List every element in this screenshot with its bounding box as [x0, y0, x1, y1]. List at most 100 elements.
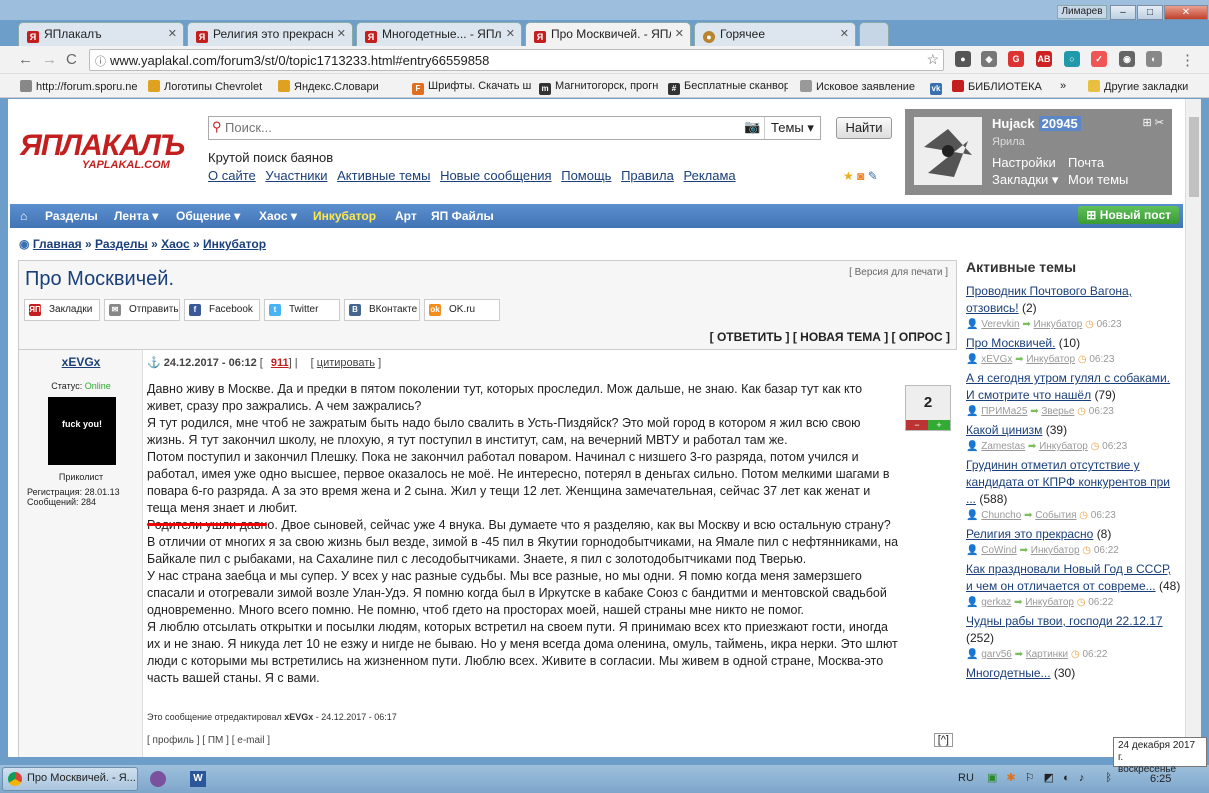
menu-incubator[interactable]: Инкубатор	[313, 209, 376, 223]
menu-chaos[interactable]: Хаос ▾	[259, 209, 297, 223]
quote-link[interactable]: [ цитировать ]	[311, 357, 381, 369]
info-icon[interactable]: ⓘ	[95, 53, 106, 69]
menu-communication[interactable]: Общение ▾	[176, 209, 240, 223]
topic-link[interactable]: Какой цинизм	[966, 423, 1042, 437]
more-bookmarks-chevron[interactable]: »	[1060, 80, 1066, 92]
tab-close-icon[interactable]: ✕	[840, 27, 849, 40]
extension-icon[interactable]: ◆	[981, 51, 997, 67]
plus-icon[interactable]: ⊞	[1143, 117, 1152, 129]
url-input[interactable]: ⓘ www.yaplakal.com/forum3/st/0/topic17132…	[89, 49, 944, 71]
link-members[interactable]: Участники	[265, 168, 327, 183]
tab-0[interactable]: Я ЯПлакалъ ✕	[18, 22, 184, 46]
bookmark-item[interactable]: # Бесплатные сканвор	[668, 80, 788, 95]
tray-icon[interactable]: ◩	[1044, 772, 1054, 784]
extension-icon[interactable]: ✓	[1091, 51, 1107, 67]
share-twitter-button[interactable]: t Twitter	[264, 299, 340, 321]
link-help[interactable]: Помощь	[561, 168, 611, 183]
microphone-icon[interactable]: ●	[955, 51, 971, 67]
reload-button[interactable]: C	[66, 51, 77, 68]
minimize-button[interactable]: –	[1110, 5, 1136, 20]
bookmark-item[interactable]: m Магнитогорск, прогн	[539, 80, 659, 95]
crumb-incubator[interactable]: Инкубатор	[203, 237, 266, 251]
crumb-chaos[interactable]: Хаос	[161, 237, 190, 251]
crumb-home[interactable]: Главная	[33, 237, 82, 251]
link-new-messages[interactable]: Новые сообщения	[440, 168, 552, 183]
home-icon[interactable]: ⌂	[20, 209, 27, 223]
share-send-button[interactable]: ✉ Отправить	[104, 299, 180, 321]
tab-close-icon[interactable]: ✕	[506, 27, 515, 40]
topic-author[interactable]: Chuncho	[981, 510, 1021, 521]
new-tab-button[interactable]	[859, 22, 889, 46]
rating-minus-button[interactable]: −	[906, 420, 928, 430]
menu-sections[interactable]: Разделы	[45, 209, 98, 223]
tray-icon[interactable]: ✱	[1006, 772, 1015, 784]
menu-feed[interactable]: Лента ▾	[114, 209, 158, 223]
tray-icon[interactable]: ⚐	[1025, 772, 1035, 784]
volume-icon[interactable]: ♪	[1079, 772, 1085, 784]
topic-link[interactable]: Многодетные...	[966, 666, 1051, 680]
topic-section[interactable]: Картинки	[1026, 649, 1068, 660]
topic-section[interactable]: Инкубатор	[1025, 597, 1074, 608]
bookmark-item[interactable]: Логотипы Chevrolet	[148, 80, 266, 93]
post-number[interactable]: 911	[271, 357, 289, 369]
scroll-top-button[interactable]: [^]	[933, 733, 953, 747]
tab-close-icon[interactable]: ✕	[337, 27, 346, 40]
viber-icon[interactable]	[150, 771, 166, 787]
topic-link[interactable]: Проводник Почтового Вагона, отзовись!	[966, 284, 1132, 315]
share-ok-button[interactable]: ok OK.ru	[424, 299, 500, 321]
topic-author[interactable]: Verevkin	[981, 319, 1019, 330]
print-version-link[interactable]: [ Версия для печати ]	[849, 267, 948, 278]
extension-icon[interactable]: ○	[1064, 51, 1080, 67]
search-scope-select[interactable]: Темы ▾	[764, 117, 821, 139]
topic-link[interactable]: Чудны рабы твои, господи 22.12.17	[966, 614, 1163, 628]
close-window-button[interactable]: ✕	[1164, 5, 1208, 20]
star-icon[interactable]: ★	[843, 169, 854, 183]
scrollbar-thumb[interactable]	[1189, 117, 1199, 197]
page-scrollbar[interactable]	[1185, 99, 1201, 757]
link-about[interactable]: О сайте	[208, 168, 256, 183]
pen-icon[interactable]: ✎	[868, 169, 878, 183]
mail-link[interactable]: Почта	[1068, 155, 1104, 170]
share-facebook-button[interactable]: f Facebook	[184, 299, 260, 321]
tab-4[interactable]: ● Горячее ✕	[694, 22, 856, 46]
topic-link[interactable]: Религия это прекрасно	[966, 527, 1093, 541]
chrome-menu-icon[interactable]: ⋮	[1180, 51, 1195, 69]
bookmark-item[interactable]: Исковое заявление	[800, 80, 918, 93]
language-indicator[interactable]: RU	[958, 772, 974, 784]
topic-section[interactable]: Инкубатор	[1031, 545, 1080, 556]
topic-author[interactable]: garv56	[981, 649, 1012, 660]
share-vk-button[interactable]: B ВКонтакте	[344, 299, 420, 321]
anchor-icon[interactable]: ⚓	[147, 357, 161, 369]
topic-author[interactable]: xEVGx	[981, 354, 1012, 365]
tab-1[interactable]: Я Религия это прекрасно ✕	[187, 22, 353, 46]
maximize-button[interactable]: □	[1137, 5, 1163, 20]
topic-author[interactable]: Zamestas	[981, 441, 1025, 452]
topic-section[interactable]: События	[1035, 510, 1076, 521]
settings-icon[interactable]: ✂	[1155, 117, 1164, 129]
menu-art[interactable]: Арт	[395, 209, 417, 223]
bookmark-item[interactable]: http://forum.sporu.ne	[20, 80, 140, 93]
topic-section[interactable]: Инкубатор	[1026, 354, 1075, 365]
bookmark-star-icon[interactable]: ☆	[926, 51, 939, 68]
word-icon[interactable]: W	[190, 771, 206, 787]
profile-badge[interactable]: Лимарев	[1057, 5, 1107, 19]
my-topics-link[interactable]: Мои темы	[1068, 172, 1128, 187]
topic-section[interactable]: Инкубатор	[1039, 441, 1088, 452]
topic-author[interactable]: CoWind	[981, 545, 1017, 556]
tab-close-icon[interactable]: ✕	[675, 27, 684, 40]
link-rules[interactable]: Правила	[621, 168, 674, 183]
extension-icon[interactable]: ◐	[1146, 51, 1162, 67]
tab-3-active[interactable]: Я Про Москвичей. - ЯПлакал ✕	[525, 22, 691, 46]
extension-icon[interactable]: ◉	[1119, 51, 1135, 67]
topic-author[interactable]: gerkaz	[981, 597, 1011, 608]
bluetooth-icon[interactable]: ᛒ	[1105, 772, 1112, 784]
taskbar-chrome-window[interactable]: Про Москвичей. - Я...	[2, 767, 138, 791]
bookmark-item[interactable]: Яндекс.Словари	[278, 80, 400, 93]
google-plus-icon[interactable]: G	[1008, 51, 1024, 67]
author-links[interactable]: [ профиль ] [ ПМ ] [ e-mail ]	[147, 735, 270, 746]
search-button[interactable]: Найти	[836, 117, 892, 139]
tray-icon[interactable]: ◐	[1063, 772, 1070, 784]
author-name[interactable]: xEVGx	[19, 355, 143, 369]
forward-button[interactable]: →	[42, 51, 57, 68]
topic-author[interactable]: ПРИМа25	[981, 406, 1027, 417]
